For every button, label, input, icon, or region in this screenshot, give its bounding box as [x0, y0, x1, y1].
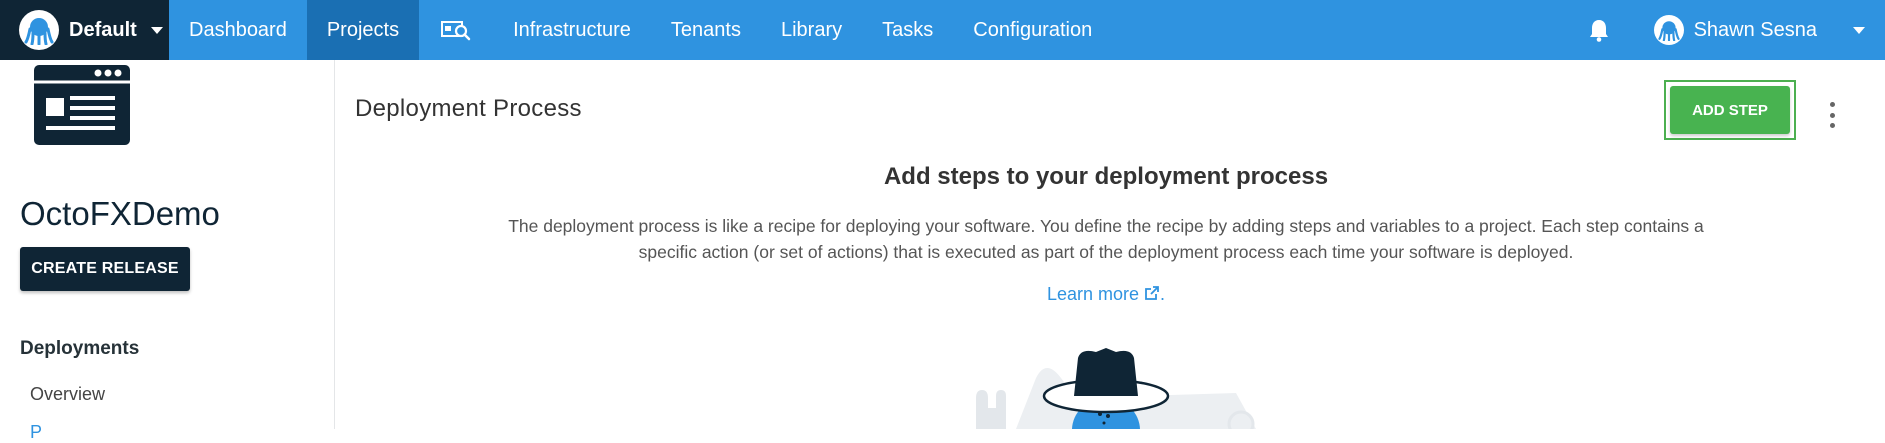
project-sidebar: OctoFXDemo CREATE RELEASE Deployments Ov… — [0, 60, 335, 442]
space-name: Default — [69, 18, 137, 41]
sidebar-item-process[interactable]: P — [30, 422, 42, 443]
chevron-down-icon — [1853, 26, 1865, 34]
main-nav: Dashboard Projects Infrastructure Tenant… — [169, 0, 1112, 60]
user-avatar-icon — [1653, 15, 1684, 45]
nav-configuration[interactable]: Configuration — [953, 0, 1112, 60]
project-name: OctoFXDemo — [20, 195, 220, 232]
top-navigation-bar: Default Dashboard Projects Infrastructur… — [0, 0, 1885, 60]
notifications-button[interactable] — [1569, 0, 1629, 60]
add-step-button[interactable]: ADD STEP — [1670, 86, 1790, 134]
chevron-down-icon — [150, 26, 163, 34]
learn-more-line: Learn more . — [336, 284, 1876, 305]
learn-more-link[interactable]: Learn more — [1047, 284, 1139, 304]
topbar-right: Shawn Sesna — [1569, 0, 1885, 60]
sidebar-item-overview[interactable]: Overview — [30, 384, 105, 405]
nav-infrastructure[interactable]: Infrastructure — [493, 0, 651, 60]
more-options-icon[interactable] — [1822, 98, 1842, 132]
onboarding-title: Add steps to your deployment process — [883, 163, 1329, 190]
nav-library[interactable]: Library — [761, 0, 862, 60]
user-menu[interactable]: Shawn Sesna — [1629, 0, 1885, 60]
nav-tasks[interactable]: Tasks — [862, 0, 953, 60]
onboarding-description: The deployment process is like a recipe … — [508, 216, 1704, 262]
create-release-button[interactable]: CREATE RELEASE — [20, 247, 190, 291]
page-title: Deployment Process — [355, 95, 582, 122]
nav-machine-search[interactable] — [419, 0, 493, 60]
main-content: Deployment Process ADD STEP Add steps to… — [336, 60, 1885, 429]
deployments-section-heading: Deployments — [20, 338, 140, 359]
space-switcher[interactable]: Default — [0, 0, 169, 60]
nav-tenants[interactable]: Tenants — [651, 0, 761, 60]
bell-icon — [1589, 20, 1608, 42]
external-link-icon[interactable] — [1144, 285, 1160, 301]
learn-more-suffix: . — [1160, 284, 1166, 304]
project-logo-icon — [34, 65, 130, 145]
cowboy-octopus-illustration — [976, 348, 1256, 429]
add-step-highlight: ADD STEP — [1664, 80, 1796, 140]
octopus-logo-icon — [19, 10, 59, 50]
nav-dashboard[interactable]: Dashboard — [169, 0, 307, 60]
machine-search-icon — [441, 21, 471, 41]
user-name: Shawn Sesna — [1693, 18, 1817, 41]
nav-projects[interactable]: Projects — [306, 0, 420, 60]
